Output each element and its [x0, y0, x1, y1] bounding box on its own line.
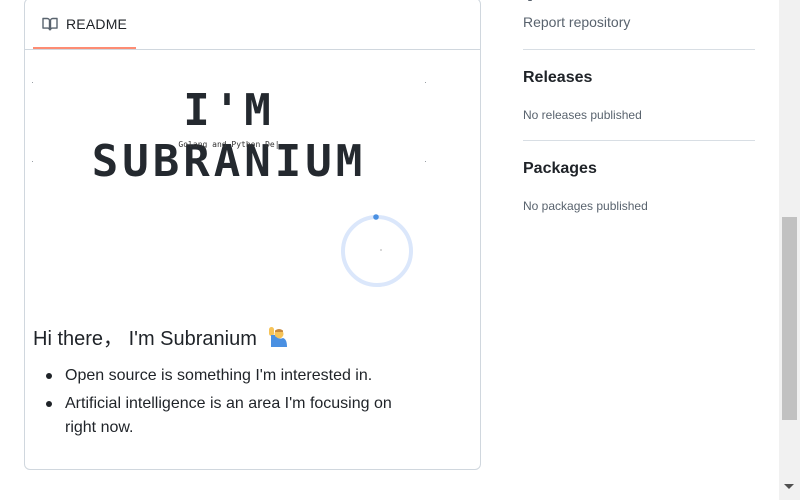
- list-item: Artificial intelligence is an area I'm f…: [46, 392, 425, 440]
- packages-heading[interactable]: Packages: [523, 160, 597, 178]
- banner-title: I'M SUBRANIUM: [91, 85, 367, 187]
- report-repository-link[interactable]: Report repository: [523, 14, 630, 30]
- typing-banner-image: I'M SUBRANIUM Golang and Python De|: [32, 82, 426, 187]
- loading-spinner: [340, 214, 414, 288]
- banner-corner-dot: [425, 82, 426, 83]
- readme-heading: Hi there， I'm Subranium: [33, 322, 289, 351]
- sidebar-divider: [523, 49, 755, 50]
- man-raising-hand-emoji-icon: [267, 326, 289, 348]
- releases-heading[interactable]: Releases: [523, 69, 592, 87]
- sidebar-divider: [523, 140, 755, 141]
- eye-icon: [528, 0, 532, 1]
- banner-subtitle: Golang and Python De|: [178, 140, 280, 149]
- readme-header: README: [25, 0, 480, 50]
- list-item: Open source is something I'm interested …: [46, 364, 425, 388]
- readme-list: Open source is something I'm interested …: [46, 364, 425, 444]
- book-icon: [42, 16, 58, 32]
- releases-empty-text: No releases published: [523, 108, 642, 122]
- page: README I'M SUBRANIUM Golang and Python D…: [0, 0, 800, 500]
- readme-tab-label: README: [66, 16, 128, 32]
- readme-tab[interactable]: README: [33, 1, 137, 49]
- readme-heading-text: Hi there， I'm Subranium: [33, 328, 257, 350]
- scrollbar-thumb[interactable]: [782, 217, 797, 420]
- packages-empty-text: No packages published: [523, 199, 648, 213]
- vertical-scrollbar[interactable]: [779, 0, 800, 500]
- scroll-down-arrow-icon[interactable]: [784, 484, 794, 489]
- banner-corner-dot: [32, 82, 33, 83]
